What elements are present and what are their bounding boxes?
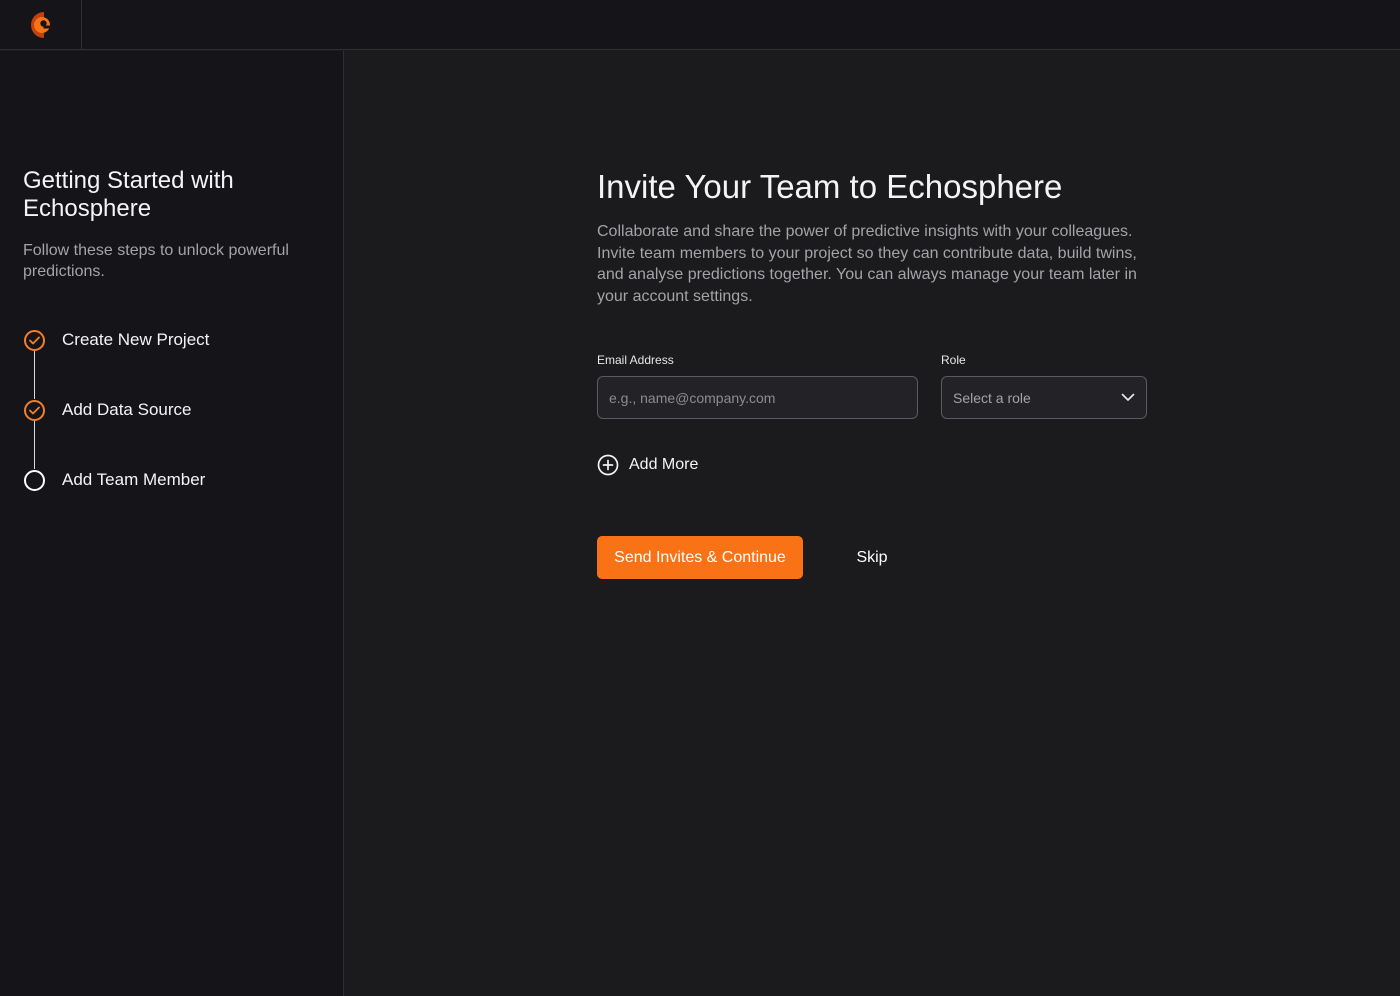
add-more-label: Add More: [629, 456, 699, 473]
check-circle-icon: [24, 329, 45, 351]
step-label: Create New Project: [62, 330, 210, 349]
page-description: Collaborate and share the power of predi…: [597, 223, 1137, 305]
empty-circle-icon: [24, 469, 45, 491]
step-create-new-project[interactable]: Create New Project: [24, 329, 209, 351]
plus-circle-icon: [597, 454, 619, 476]
check-circle-icon: [24, 399, 45, 421]
step-connector: [34, 351, 35, 399]
logo-cell[interactable]: [0, 0, 82, 50]
role-select-value: Select a role: [953, 389, 1031, 406]
email-label: Email Address: [597, 353, 674, 367]
step-add-team-member[interactable]: Add Team Member: [24, 469, 205, 491]
sidebar-title: Getting Started with Echosphere: [23, 167, 234, 222]
skip-button[interactable]: Skip: [840, 536, 904, 579]
step-connector: [34, 421, 35, 469]
onboarding-sidebar: Getting Started with Echosphere Follow t…: [0, 51, 344, 996]
top-bar: [0, 0, 1400, 50]
step-add-data-source[interactable]: Add Data Source: [24, 399, 191, 421]
step-label: Add Team Member: [62, 470, 206, 489]
echosphere-logo-icon: [30, 12, 50, 38]
email-input[interactable]: [597, 376, 918, 419]
page-title: Invite Your Team to Echosphere: [597, 168, 1063, 205]
role-select[interactable]: Select a role: [941, 376, 1147, 419]
chevron-down-icon: [1121, 393, 1135, 401]
role-label: Role: [941, 353, 966, 367]
sidebar-subtitle: Follow these steps to unlock powerful pr…: [23, 242, 289, 280]
send-invites-button[interactable]: Send Invites & Continue: [597, 536, 803, 579]
step-label: Add Data Source: [62, 400, 192, 419]
add-more-button[interactable]: Add More: [597, 453, 698, 477]
